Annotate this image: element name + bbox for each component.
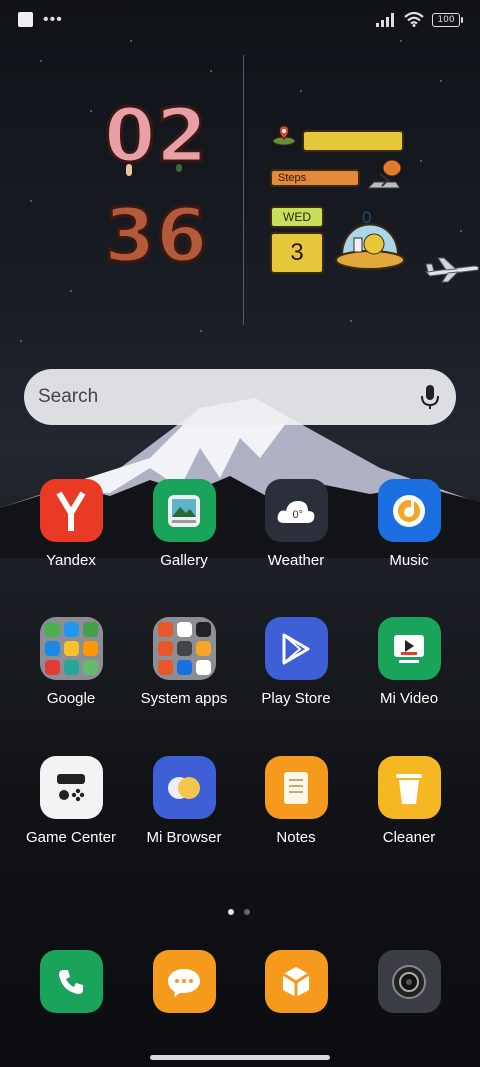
app-weather[interactable]: 0° Weather [241,479,351,569]
page-indicator[interactable] [228,909,250,915]
app-label: Yandex [46,552,96,569]
app-gallery[interactable]: Gallery [129,479,239,569]
cleaner-icon [377,756,441,819]
clock-minute-digit-1: 3 [103,193,158,279]
phone-icon [39,950,103,1013]
notes-icon [264,756,328,819]
search-bar[interactable]: Search [24,369,456,425]
app-label: Mi Browser [146,829,222,846]
dock-camera[interactable] [354,950,464,1013]
weather-temp: 0° [292,509,304,521]
messages-icon [152,950,216,1013]
more-notifications-icon: ••• [43,11,63,28]
widget-divider [243,55,244,325]
system-apps-folder-icon [152,617,216,680]
search-input[interactable]: Search [38,386,418,408]
music-icon [377,479,441,542]
apps-store-icon [264,950,328,1013]
location-bar[interactable] [302,130,404,152]
dock-phone[interactable] [16,950,126,1013]
clock-minute-digit-2: 6 [155,193,210,279]
app-label: Gallery [160,552,208,569]
location-icon [272,125,296,146]
status-bar: ••• 100 [0,0,480,44]
app-mi-browser[interactable]: Mi Browser [129,756,239,846]
weather-icon: 0° [264,479,328,542]
page-dot-active[interactable] [228,909,234,915]
folder-google[interactable]: Google [16,617,126,707]
app-label: Mi Video [379,690,439,707]
app-notes[interactable]: Notes [241,756,351,846]
camera-icon [377,950,441,1013]
steps-label: Steps [278,172,307,184]
gallery-icon [152,479,216,542]
day-number: 3 [270,232,324,274]
dock-messages[interactable] [129,950,239,1013]
snow-dome-widget[interactable]: 0 [334,204,406,272]
gesture-navigation-bar[interactable] [150,1055,330,1060]
app-music[interactable]: Music [354,479,464,569]
weekday-label: WED [270,206,324,228]
notification-icon [18,12,33,27]
dock-apps-store[interactable] [241,950,351,1013]
app-play-store[interactable]: Play Store [241,617,351,707]
app-label: System apps [140,690,228,707]
app-yandex[interactable]: Yandex [16,479,126,569]
game-center-icon [39,756,103,819]
folder-system-apps[interactable]: System apps [129,617,239,707]
app-label: Google [46,690,96,707]
page-dot[interactable] [244,909,250,915]
signal-icon [376,12,394,27]
battery-level: 100 [437,14,455,25]
app-label: Cleaner [382,829,436,846]
app-label: Music [389,552,429,569]
app-cleaner[interactable]: Cleaner [354,756,464,846]
google-folder-icon [39,617,103,680]
app-label: Play Store [261,690,331,707]
app-label: Notes [276,829,316,846]
mi-browser-icon [152,756,216,819]
wifi-icon [404,12,424,27]
play-store-icon [264,617,328,680]
pumpkin-runner-icon [366,159,402,189]
mi-video-icon [377,617,441,680]
app-label: Weather [267,552,325,569]
airplane-icon [424,257,479,283]
app-label: Game Center [25,829,117,846]
microphone-icon[interactable] [418,383,442,411]
battery-icon: 100 [432,12,463,27]
dome-count: 0 [362,208,372,227]
steps-bar[interactable]: Steps [270,169,360,187]
app-mi-video[interactable]: Mi Video [354,617,464,707]
app-game-center[interactable]: Game Center [16,756,126,846]
yandex-icon [39,479,103,542]
